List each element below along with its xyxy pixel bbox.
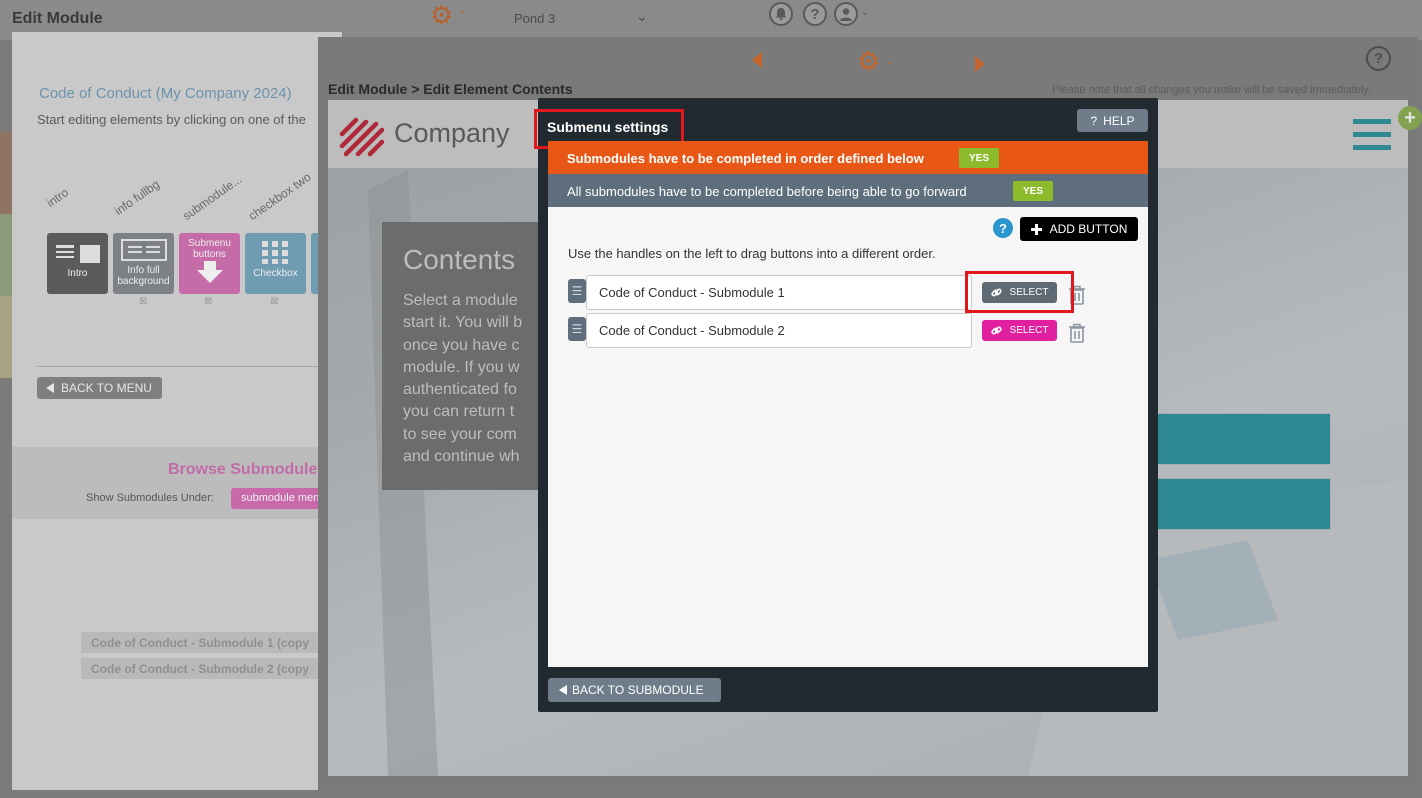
submodule-name-input[interactable]	[586, 275, 972, 310]
select-submodule-button[interactable]: SELECT	[982, 320, 1057, 341]
back-to-submodule-button[interactable]: BACK TO SUBMODULE	[548, 678, 721, 702]
help-icon[interactable]: ?	[1366, 46, 1391, 71]
chevron-down-icon[interactable]: ⌄	[458, 5, 466, 16]
yes-toggle[interactable]: YES	[1013, 181, 1053, 201]
plus-icon	[1030, 223, 1042, 235]
left-strip	[0, 132, 12, 214]
help-label: HELP	[1103, 113, 1135, 128]
remove-icon[interactable]: ⊠	[270, 296, 278, 307]
contents-line: once you have c	[403, 336, 520, 354]
drag-handle-icon[interactable]: ☰	[568, 279, 586, 303]
link-icon	[990, 326, 1002, 335]
contents-line: to see your com	[403, 425, 517, 443]
contents-line: Select a module	[403, 292, 518, 309]
app-title: Edit Module	[12, 10, 103, 27]
element-tile-submenu[interactable]: Submenu buttons	[179, 233, 240, 294]
help-icon: ?	[1090, 113, 1098, 128]
browse-title: Browse Submodules	[168, 461, 327, 478]
element-tile-intro[interactable]: Intro	[47, 233, 108, 294]
chevron-down-icon[interactable]: ⌄	[636, 8, 648, 25]
contents-body: Select a module start it. You will b onc…	[403, 290, 539, 468]
user-icon[interactable]	[834, 2, 858, 26]
tile-label: Submenu buttons	[188, 238, 231, 260]
logo-icon	[338, 112, 386, 160]
tile-label: Info full background	[117, 265, 170, 287]
trash-icon[interactable]	[1068, 323, 1086, 343]
show-under-label: Show Submodules Under:	[86, 492, 214, 504]
setting-label: Submodules have to be completed in order…	[567, 151, 924, 166]
drag-handle-icon[interactable]: ☰	[568, 317, 586, 341]
contents-title: Contents	[403, 244, 516, 275]
gear-icon[interactable]: ⚙	[430, 0, 453, 31]
bell-icon[interactable]	[769, 2, 793, 26]
chevron-down-icon[interactable]: ⌄	[861, 7, 869, 18]
gear-icon[interactable]: ⚙	[857, 46, 880, 77]
divider	[37, 366, 337, 367]
left-strip	[0, 214, 12, 296]
module-title: Code of Conduct (My Company 2024)	[39, 85, 292, 102]
setting-label: All submodules have to be completed befo…	[567, 184, 967, 199]
preview-submodule-button[interactable]	[1155, 478, 1331, 530]
arrow-left-icon[interactable]	[752, 52, 762, 68]
tile-label: Checkbox	[253, 268, 298, 279]
remove-icon[interactable]: ⊠	[204, 296, 212, 307]
element-tile-info[interactable]: Info full background	[113, 233, 174, 294]
contents-line: you can return t	[403, 403, 515, 421]
add-button-label: ADD BUTTON	[1049, 222, 1128, 236]
submodule-name-input[interactable]	[586, 313, 972, 348]
logo-text: Company	[394, 118, 510, 148]
contents-line: start it. You will b	[403, 314, 523, 332]
element-tile-checkbox[interactable]: Checkbox	[245, 233, 306, 294]
back-to-menu-label: BACK TO MENU	[61, 381, 152, 395]
chevron-down-icon[interactable]: ⌄	[885, 56, 893, 67]
tile-label: Intro	[67, 268, 88, 279]
hamburger-icon[interactable]	[1353, 118, 1393, 152]
help-button[interactable]: ? HELP	[1077, 109, 1148, 132]
highlight-box	[965, 271, 1074, 313]
arrow-right-icon[interactable]	[975, 56, 985, 72]
back-to-submodule-label: BACK TO SUBMODULE	[572, 683, 704, 697]
contents-line: module. If you w	[403, 358, 520, 376]
contents-line: authenticated fo	[403, 381, 517, 399]
module-subtitle: Start editing elements by clicking on on…	[37, 112, 306, 127]
yes-toggle[interactable]: YES	[959, 148, 999, 168]
drag-hint: Use the handles on the left to drag butt…	[568, 246, 936, 261]
arrow-left-icon	[559, 685, 567, 695]
back-to-menu-button[interactable]: BACK TO MENU	[37, 377, 162, 399]
help-icon[interactable]: ?	[803, 2, 827, 26]
left-strip	[0, 296, 12, 378]
contents-line: and continue wh	[403, 448, 520, 466]
preview-submodule-button[interactable]	[1155, 413, 1331, 465]
plus-icon[interactable]: +	[1398, 106, 1422, 130]
arrow-left-icon	[46, 383, 54, 393]
list-item[interactable]: Code of Conduct - Submodule 1 (copy	[81, 632, 331, 653]
list-item[interactable]: Code of Conduct - Submodule 2 (copy	[81, 658, 331, 679]
select-label: SELECT	[1009, 325, 1049, 336]
project-dropdown[interactable]: Pond 3	[514, 11, 555, 26]
help-icon[interactable]: ?	[993, 218, 1013, 238]
remove-icon[interactable]: ⊠	[139, 296, 147, 307]
autosave-note: Please note that all changes you make wi…	[1052, 84, 1371, 96]
breadcrumb: Edit Module > Edit Element Contents	[328, 81, 573, 97]
add-button[interactable]: ADD BUTTON	[1020, 217, 1138, 241]
